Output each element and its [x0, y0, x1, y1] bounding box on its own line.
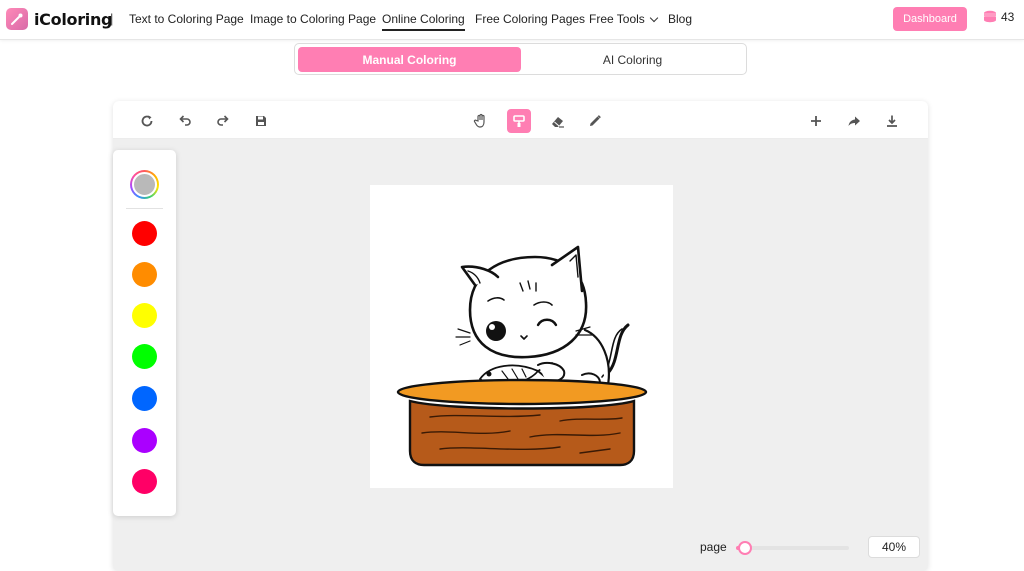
- save-icon[interactable]: [249, 109, 273, 133]
- eraser-icon[interactable]: [545, 109, 569, 133]
- credits-value: 43: [1001, 10, 1015, 24]
- hand-icon[interactable]: [469, 109, 493, 133]
- coloring-canvas[interactable]: [370, 185, 673, 488]
- swatch-purple[interactable]: [132, 428, 157, 453]
- cat-coloring-illustration: [396, 245, 648, 467]
- current-color-picker[interactable]: [130, 170, 159, 199]
- redo-icon[interactable]: [211, 109, 235, 133]
- nav-free-tools[interactable]: Free Tools: [589, 12, 659, 26]
- pencil-icon[interactable]: [583, 109, 607, 133]
- plus-icon[interactable]: [804, 109, 828, 133]
- swatch-pink[interactable]: [132, 469, 157, 494]
- dashboard-button[interactable]: Dashboard: [893, 7, 967, 31]
- share-icon[interactable]: [842, 109, 866, 133]
- page-label: page: [700, 540, 727, 554]
- nav-image-to-coloring-page[interactable]: Image to Coloring Page: [250, 12, 376, 26]
- nav-text-to-coloring-page[interactable]: Text to Coloring Page: [129, 12, 244, 26]
- swatch-orange[interactable]: [132, 262, 157, 287]
- nav-blog[interactable]: Blog: [668, 12, 692, 26]
- zoom-slider[interactable]: [736, 541, 849, 555]
- nav-separator: |: [110, 11, 114, 26]
- chevron-down-icon: [649, 13, 659, 23]
- ai-coloring-tab[interactable]: AI Coloring: [521, 47, 744, 72]
- undo-icon[interactable]: [173, 109, 197, 133]
- logo[interactable]: iColoring: [6, 7, 113, 31]
- current-color-swatch: [132, 172, 157, 197]
- swatch-blue[interactable]: [132, 386, 157, 411]
- brush-icon: [6, 8, 28, 30]
- manual-coloring-tab[interactable]: Manual Coloring: [298, 47, 521, 72]
- logo-text: iColoring: [34, 9, 113, 29]
- editor-toolbar: [113, 101, 928, 139]
- swatch-yellow[interactable]: [132, 303, 157, 328]
- swatch-green[interactable]: [132, 344, 157, 369]
- paint-bucket-icon[interactable]: [507, 109, 531, 133]
- coins-icon: [984, 10, 996, 23]
- credits-counter: 43: [983, 10, 1014, 24]
- color-palette: [113, 150, 176, 516]
- swatch-red[interactable]: [132, 221, 157, 246]
- zoom-value[interactable]: 40%: [868, 536, 920, 558]
- download-icon[interactable]: [880, 109, 904, 133]
- mode-toggle: Manual Coloring AI Coloring: [294, 43, 747, 75]
- top-header: iColoring | Text to Coloring Page Image …: [0, 0, 1024, 40]
- palette-divider: [126, 208, 163, 209]
- nav-free-coloring-pages[interactable]: Free Coloring Pages: [475, 12, 585, 26]
- refresh-icon[interactable]: [135, 109, 159, 133]
- nav-free-tools-label: Free Tools: [589, 12, 645, 26]
- nav-online-coloring[interactable]: Online Coloring: [382, 12, 465, 31]
- zoom-slider-thumb[interactable]: [738, 541, 753, 555]
